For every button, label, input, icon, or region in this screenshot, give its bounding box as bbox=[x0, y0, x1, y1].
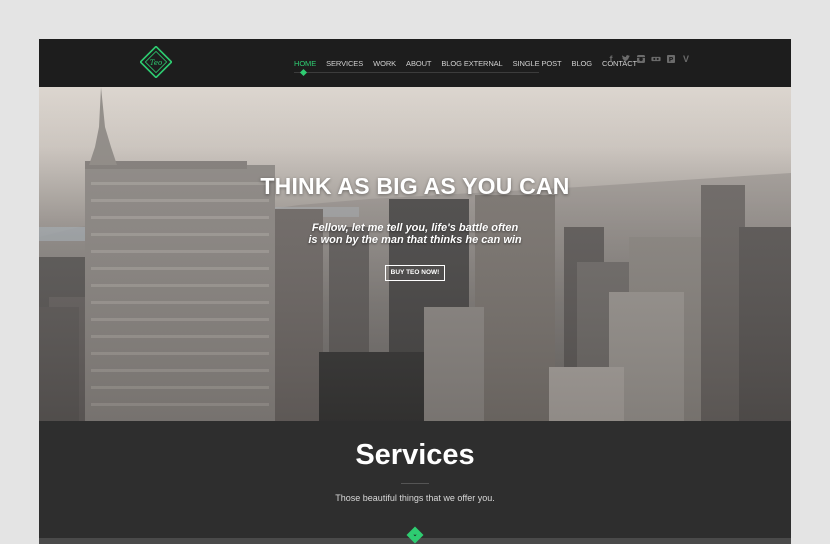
nav-underline bbox=[294, 72, 539, 73]
hero-subtitle-line-1: Fellow, let me tell you, life's battle o… bbox=[311, 222, 519, 234]
vimeo-icon[interactable]: V bbox=[681, 54, 691, 64]
city-skyline-image bbox=[39, 87, 791, 421]
nav-item-about[interactable]: About bbox=[406, 59, 431, 68]
nav-item-blog-external[interactable]: Blog External bbox=[441, 59, 502, 68]
services-subtitle: Those beautiful things that we offer you… bbox=[335, 493, 495, 503]
nav-item-blog[interactable]: Blog bbox=[572, 59, 593, 68]
logo-text: Teo bbox=[150, 59, 162, 67]
twitter-icon[interactable] bbox=[621, 54, 631, 64]
nav-item-home[interactable]: Home bbox=[294, 59, 316, 68]
svg-text:P: P bbox=[669, 56, 674, 64]
hero-title: THINK AS BIG AS YOU CAN bbox=[260, 173, 570, 199]
services-title: Services bbox=[355, 439, 475, 471]
flickr-icon[interactable] bbox=[651, 54, 661, 64]
social-links: f P V bbox=[606, 54, 691, 64]
nav-item-services[interactable]: Services bbox=[326, 59, 363, 68]
services-divider bbox=[401, 483, 429, 484]
brand-logo[interactable]: Teo bbox=[140, 46, 172, 78]
pinterest-icon[interactable]: P bbox=[666, 54, 676, 64]
facebook-icon[interactable]: f bbox=[606, 54, 616, 64]
page-frame: Teo Home Services Work About Blog Extern… bbox=[39, 39, 791, 544]
main-nav: Home Services Work About Blog External S… bbox=[294, 39, 647, 87]
buy-now-button[interactable]: BUY TEO NOW! bbox=[385, 265, 445, 281]
hero-subtitle-line-2: is won by the man that thinks he can win bbox=[308, 234, 522, 246]
nav-item-work[interactable]: Work bbox=[373, 59, 396, 68]
nav-item-single-post[interactable]: Single Post bbox=[513, 59, 562, 68]
instagram-icon[interactable] bbox=[636, 54, 646, 64]
site-header: Teo Home Services Work About Blog Extern… bbox=[39, 39, 791, 87]
hero-subtitle: Fellow, let me tell you, life's battle o… bbox=[39, 222, 791, 246]
chevron-down-icon: ⌄ bbox=[412, 532, 418, 538]
hero-banner: THINK AS BIG AS YOU CAN Fellow, let me t… bbox=[39, 87, 791, 421]
